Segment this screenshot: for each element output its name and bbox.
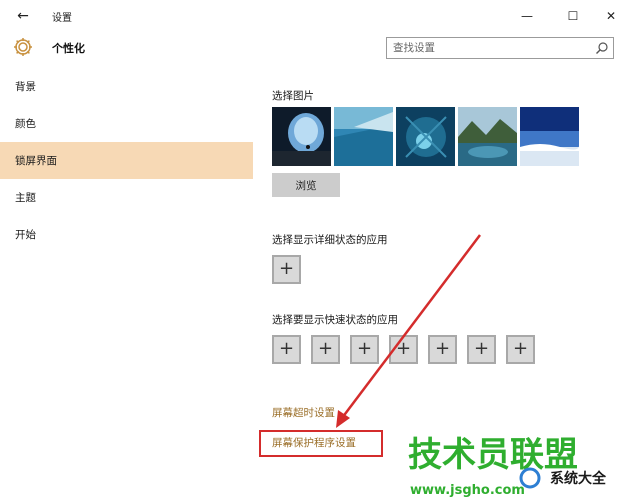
- sidebar-item-colors[interactable]: 颜色: [0, 105, 253, 142]
- screen-timeout-link[interactable]: 屏幕超时设置: [272, 405, 335, 420]
- sidebar-item-label: 锁屏界面: [15, 155, 57, 167]
- sidebar-item-lock-screen[interactable]: 锁屏界面: [0, 142, 253, 179]
- sidebar-item-label: 开始: [15, 229, 36, 241]
- sidebar-item-start[interactable]: 开始: [0, 216, 253, 253]
- window-title: 设置: [52, 13, 72, 24]
- add-quick-app-button-2[interactable]: +: [311, 335, 340, 364]
- add-detailed-app-button[interactable]: +: [272, 255, 301, 284]
- page-title: 个性化: [52, 42, 85, 55]
- add-quick-app-button-1[interactable]: +: [272, 335, 301, 364]
- search-input[interactable]: [393, 40, 583, 56]
- lockscreen-thumbnail-cave[interactable]: [272, 107, 331, 166]
- search-icon[interactable]: [595, 41, 609, 55]
- sidebar-item-background[interactable]: 背景: [0, 68, 253, 105]
- close-button[interactable]: ✕: [598, 6, 624, 26]
- lockscreen-thumbnail-lake[interactable]: [458, 107, 517, 166]
- settings-window: ← 设置 — ☐ ✕ 个性化 背景 颜色 锁屏界面 主题: [0, 0, 633, 499]
- add-quick-app-button-5[interactable]: +: [428, 335, 457, 364]
- add-quick-app-button-4[interactable]: +: [389, 335, 418, 364]
- minimize-button[interactable]: —: [514, 6, 540, 26]
- sidebar-item-label: 背景: [15, 81, 36, 93]
- lockscreen-thumbnail-sky[interactable]: [520, 107, 579, 166]
- watermark-text-large: 技术员联盟: [408, 435, 578, 475]
- browse-button[interactable]: 浏览: [272, 173, 340, 197]
- site-watermark: 技术员联盟 系统大全 www.jsgho.com: [408, 435, 607, 498]
- lockscreen-thumbnail-water[interactable]: [334, 107, 393, 166]
- sidebar-item-label: 颜色: [15, 118, 36, 130]
- lockscreen-thumbnail-underwater[interactable]: [396, 107, 455, 166]
- highlight-box: [259, 430, 383, 457]
- maximize-button[interactable]: ☐: [560, 6, 586, 26]
- back-arrow-icon[interactable]: ←: [12, 7, 34, 25]
- watermark-url: www.jsgho.com: [410, 483, 525, 498]
- choose-picture-label: 选择图片: [272, 90, 314, 102]
- search-box[interactable]: [386, 37, 614, 59]
- add-quick-app-button-6[interactable]: +: [467, 335, 496, 364]
- sidebar: 背景 颜色 锁屏界面 主题 开始: [0, 68, 253, 499]
- title-bar: ← 设置 — ☐ ✕: [0, 0, 633, 32]
- watermark-text-small: 系统大全: [550, 470, 607, 487]
- sidebar-item-label: 主题: [15, 192, 36, 204]
- gear-icon: [14, 38, 32, 56]
- detailed-status-label: 选择显示详细状态的应用: [272, 234, 388, 246]
- add-quick-app-button-3[interactable]: +: [350, 335, 379, 364]
- quick-status-label: 选择要显示快速状态的应用: [272, 314, 398, 326]
- add-quick-app-button-7[interactable]: +: [506, 335, 535, 364]
- sidebar-item-themes[interactable]: 主题: [0, 179, 253, 216]
